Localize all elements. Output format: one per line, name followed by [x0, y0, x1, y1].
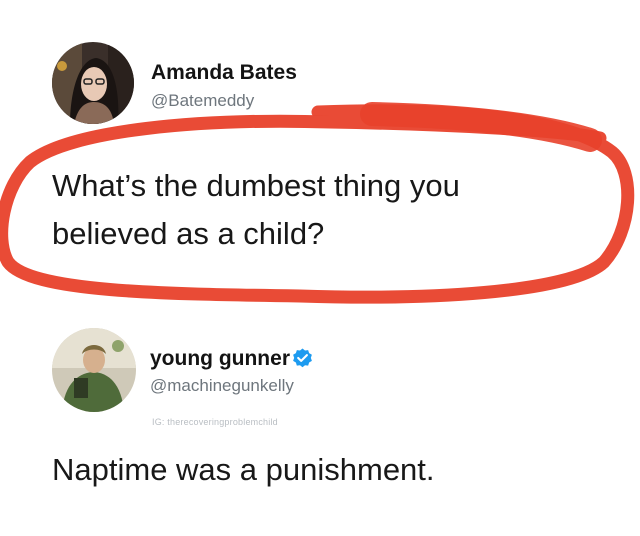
young-gunner-tweet-text: Naptime was a punishment.: [52, 452, 435, 487]
amanda-avatar[interactable]: [52, 42, 134, 124]
amanda-handle[interactable]: @Batemeddy: [151, 91, 254, 111]
tweet-young-gunner: young gunner @machinegunkelly IG: therec…: [0, 300, 640, 536]
verified-badge-icon: [293, 348, 312, 368]
amanda-tweet-line-2: believed as a child?: [52, 216, 325, 251]
amanda-display-name[interactable]: Amanda Bates: [151, 61, 297, 85]
young-gunner-handle[interactable]: @machinegunkelly: [150, 376, 294, 396]
young-gunner-display-name[interactable]: young gunner: [150, 347, 290, 371]
user-avatar-icon: [52, 42, 134, 124]
amanda-tweet-text: What’s the dumbest thing you believed as…: [52, 162, 460, 258]
young-gunner-avatar[interactable]: [52, 328, 136, 412]
user-avatar-icon: [52, 328, 136, 412]
tweet-amanda-bates: Amanda Bates @Batemeddy What’s the dumbe…: [0, 0, 640, 300]
amanda-tweet-line-1: What’s the dumbest thing you: [52, 168, 460, 203]
source-watermark: IG: therecoveringproblemchild: [152, 417, 278, 427]
